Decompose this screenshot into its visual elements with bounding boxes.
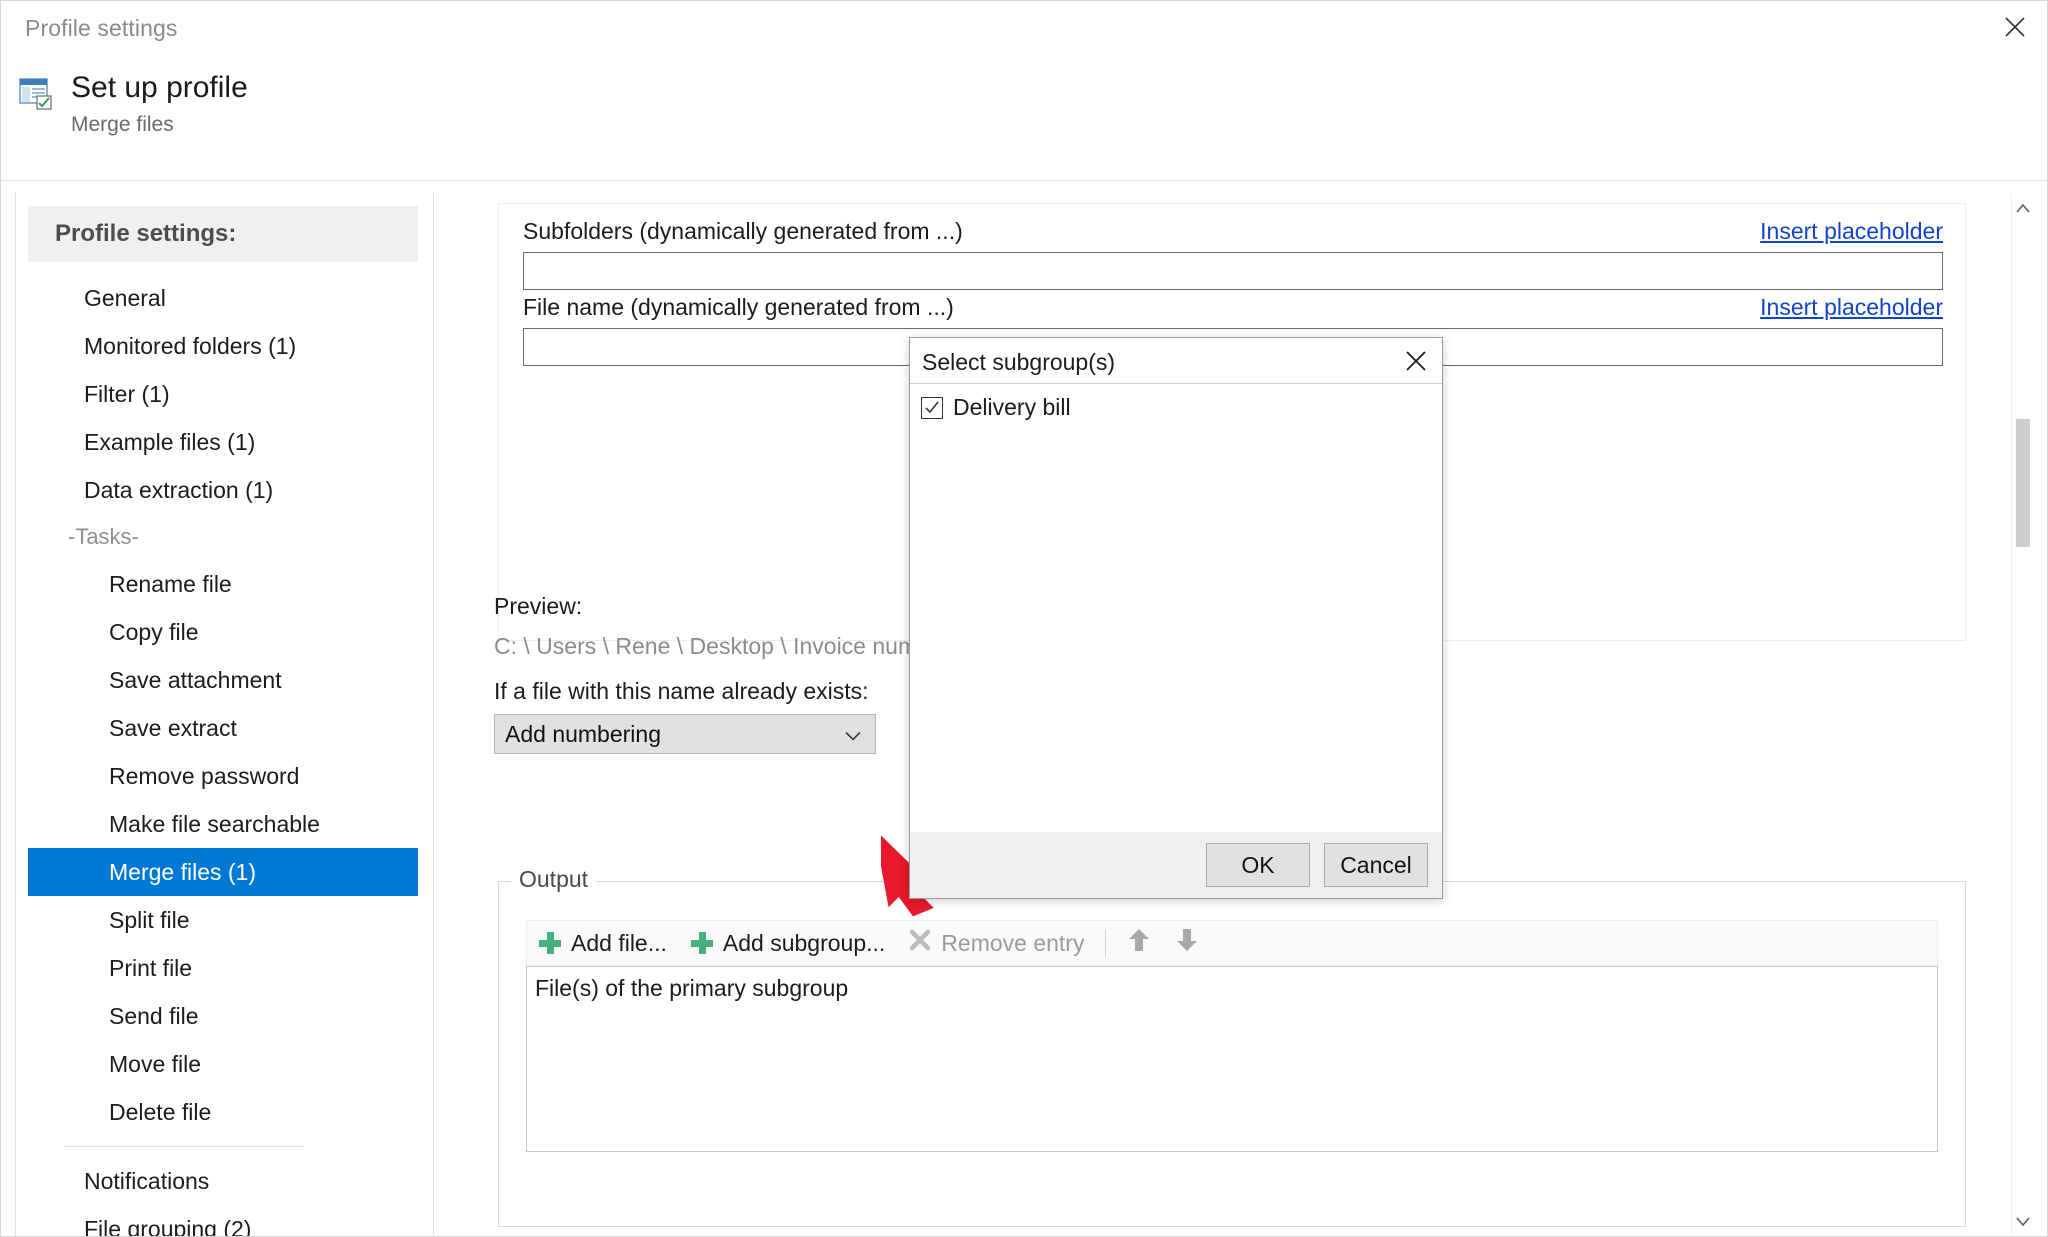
add-file-label: Add file...: [571, 930, 667, 957]
file-exists-selected-value: Add numbering: [505, 721, 661, 748]
sidebar-item-merge-files[interactable]: Merge files (1): [28, 848, 418, 896]
toolbar-divider: [1105, 929, 1106, 957]
window-title: Profile settings: [25, 15, 177, 42]
dialog-title: Select subgroup(s): [922, 349, 1115, 376]
sidebar-item-print-file[interactable]: Print file: [28, 944, 418, 992]
list-item[interactable]: File(s) of the primary subgroup: [527, 967, 1937, 1002]
checkbox-checked-icon[interactable]: [921, 397, 943, 419]
profile-settings-window: Profile settings Set up profile Merge fi…: [0, 0, 2048, 1237]
list-item[interactable]: Delivery bill: [911, 384, 1441, 421]
dialog-close-button[interactable]: [1398, 343, 1434, 379]
add-subgroup-label: Add subgroup...: [723, 930, 885, 957]
sidebar-item-example-files[interactable]: Example files (1): [28, 418, 418, 466]
plus-icon: [691, 932, 713, 954]
arrow-down-icon: [1175, 927, 1199, 959]
sidebar-divider: [64, 1146, 304, 1147]
plus-icon: [539, 932, 561, 954]
subfolders-insert-placeholder-link[interactable]: Insert placeholder: [1760, 218, 1943, 245]
file-exists-label: If a file with this name already exists:: [494, 678, 869, 705]
page-subtitle: Merge files: [71, 113, 174, 137]
sidebar-item-make-file-searchable[interactable]: Make file searchable: [28, 800, 418, 848]
add-file-button[interactable]: Add file...: [527, 921, 679, 965]
chevron-up-icon: [2016, 204, 2030, 213]
profile-window-icon: [19, 78, 53, 110]
sidebar-item-save-attachment[interactable]: Save attachment: [28, 656, 418, 704]
move-up-button[interactable]: [1115, 921, 1163, 965]
sidebar-item-filter[interactable]: Filter (1): [28, 370, 418, 418]
remove-entry-label: Remove entry: [941, 930, 1084, 957]
cancel-button[interactable]: Cancel: [1324, 843, 1428, 887]
subfolders-label: Subfolders (dynamically generated from .…: [523, 218, 963, 245]
close-icon: [2004, 16, 2026, 38]
ok-button[interactable]: OK: [1206, 843, 1310, 887]
select-subgroups-dialog: Select subgroup(s) Delivery bill OK Can: [909, 337, 1443, 899]
preview-label: Preview:: [494, 593, 582, 620]
filename-insert-placeholder-link[interactable]: Insert placeholder: [1760, 294, 1943, 321]
sidebar-item-delete-file[interactable]: Delete file: [28, 1088, 418, 1136]
sidebar-item-data-extraction[interactable]: Data extraction (1): [28, 466, 418, 514]
move-down-button[interactable]: [1163, 921, 1211, 965]
chevron-down-icon: [845, 721, 861, 748]
scroll-down-button[interactable]: [2012, 1210, 2033, 1232]
dialog-subgroup-list[interactable]: Delivery bill: [911, 384, 1441, 834]
add-subgroup-button[interactable]: Add subgroup...: [679, 921, 897, 965]
remove-entry-button[interactable]: Remove entry: [897, 921, 1096, 965]
output-legend: Output: [511, 866, 596, 893]
sidebar-item-notifications[interactable]: Notifications: [28, 1157, 418, 1205]
sidebar-tasks-label: -Tasks-: [28, 514, 433, 560]
page-header: Set up profile Merge files: [1, 53, 2047, 181]
dialog-footer: OK Cancel: [910, 832, 1442, 898]
close-x-icon: [909, 929, 931, 957]
profile-settings-sidebar: Profile settings: General Monitored fold…: [15, 193, 433, 1236]
sidebar-item-send-file[interactable]: Send file: [28, 992, 418, 1040]
subfolders-input[interactable]: [523, 252, 1943, 290]
arrow-up-icon: [1127, 927, 1151, 959]
window-close-button[interactable]: [1983, 1, 2047, 53]
file-exists-dropdown[interactable]: Add numbering: [494, 714, 876, 754]
subgroup-label: Delivery bill: [953, 394, 1071, 421]
sidebar-item-save-extract[interactable]: Save extract: [28, 704, 418, 752]
filename-label: File name (dynamically generated from ..…: [523, 294, 954, 321]
output-toolbar: Add file... Add subgroup... R: [526, 920, 1938, 966]
sidebar-item-copy-file[interactable]: Copy file: [28, 608, 418, 656]
scrollbar-thumb[interactable]: [2016, 419, 2030, 547]
close-icon: [1404, 349, 1428, 373]
chevron-down-icon: [2016, 1217, 2030, 1226]
sidebar-item-split-file[interactable]: Split file: [28, 896, 418, 944]
sidebar-item-rename-file[interactable]: Rename file: [28, 560, 418, 608]
sidebar-item-monitored-folders[interactable]: Monitored folders (1): [28, 322, 418, 370]
main-vertical-scrollbar[interactable]: [2011, 193, 2033, 1236]
scroll-up-button[interactable]: [2012, 197, 2033, 219]
sidebar-header: Profile settings:: [28, 206, 418, 262]
sidebar-item-move-file[interactable]: Move file: [28, 1040, 418, 1088]
output-group-box: Output Add file... Add subgroup...: [498, 881, 1966, 1227]
sidebar-item-file-grouping[interactable]: File grouping (2): [28, 1205, 418, 1236]
sidebar-item-general[interactable]: General: [28, 274, 418, 322]
output-entries-list[interactable]: File(s) of the primary subgroup: [526, 966, 1938, 1152]
sidebar-item-remove-password[interactable]: Remove password: [28, 752, 418, 800]
page-title: Set up profile: [71, 71, 248, 105]
dialog-title-bar: Select subgroup(s): [910, 338, 1442, 384]
